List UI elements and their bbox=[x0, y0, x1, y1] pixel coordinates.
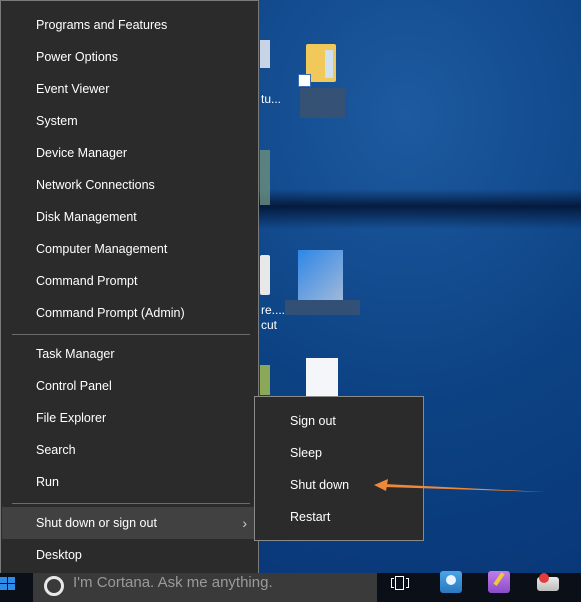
menu-item-task-manager[interactable]: Task Manager bbox=[2, 338, 257, 370]
winx-quick-link-menu: Programs and Features Power Options Even… bbox=[0, 0, 259, 578]
menu-item-file-explorer[interactable]: File Explorer bbox=[2, 402, 257, 434]
cortana-placeholder: I'm Cortana. Ask me anything. bbox=[73, 574, 273, 591]
desktop-label-fragment: cut bbox=[261, 318, 278, 332]
menu-item-power-options[interactable]: Power Options bbox=[2, 41, 257, 73]
windows-logo-icon bbox=[0, 577, 16, 591]
blurred-label bbox=[285, 300, 360, 315]
menu-item-run[interactable]: Run bbox=[2, 466, 257, 498]
network-app-icon[interactable] bbox=[537, 573, 559, 591]
cortana-search-box[interactable]: I'm Cortana. Ask me anything. bbox=[33, 573, 377, 602]
backup-app-icon[interactable] bbox=[440, 571, 462, 593]
chevron-right-icon: › bbox=[242, 515, 247, 531]
menu-item-command-prompt-admin[interactable]: Command Prompt (Admin) bbox=[2, 297, 257, 329]
taskbar: I'm Cortana. Ask me anything. bbox=[0, 571, 581, 602]
menu-item-shut-down-or-sign-out[interactable]: Shut down or sign out › bbox=[2, 507, 257, 539]
shutdown-submenu: Sign out Sleep Shut down Restart bbox=[254, 396, 424, 541]
menu-item-device-manager[interactable]: Device Manager bbox=[2, 137, 257, 169]
app-desktop-icon[interactable] bbox=[260, 365, 270, 395]
menu-separator bbox=[12, 334, 250, 335]
start-button[interactable] bbox=[0, 573, 32, 602]
submenu-item-shut-down[interactable]: Shut down bbox=[256, 469, 422, 501]
shortcut-arrow-icon bbox=[298, 74, 311, 87]
menu-item-event-viewer[interactable]: Event Viewer bbox=[2, 73, 257, 105]
menu-item-command-prompt[interactable]: Command Prompt bbox=[2, 265, 257, 297]
menu-item-search[interactable]: Search bbox=[2, 434, 257, 466]
menu-item-system[interactable]: System bbox=[2, 105, 257, 137]
submenu-item-sleep[interactable]: Sleep bbox=[256, 437, 422, 469]
menu-item-network-connections[interactable]: Network Connections bbox=[2, 169, 257, 201]
menu-item-disk-management[interactable]: Disk Management bbox=[2, 201, 257, 233]
blurred-label bbox=[300, 88, 345, 118]
task-view-icon[interactable] bbox=[391, 576, 409, 592]
menu-item-computer-management[interactable]: Computer Management bbox=[2, 233, 257, 265]
menu-item-programs-and-features[interactable]: Programs and Features bbox=[2, 9, 257, 41]
submenu-item-sign-out[interactable]: Sign out bbox=[256, 405, 422, 437]
menu-item-control-panel[interactable]: Control Panel bbox=[2, 370, 257, 402]
desktop-label-fragment: tu... bbox=[261, 92, 282, 106]
desktop-label-fragment: re.... bbox=[261, 303, 286, 317]
shortcut-icon[interactable] bbox=[260, 255, 270, 295]
menu-item-label: Shut down or sign out bbox=[36, 516, 157, 530]
blurred-app-icon[interactable] bbox=[298, 250, 343, 300]
blurred-desktop-icon[interactable] bbox=[260, 150, 270, 205]
menu-separator bbox=[12, 503, 250, 504]
cortana-icon bbox=[44, 576, 64, 596]
computer-icon[interactable] bbox=[260, 40, 270, 68]
disk-tool-icon[interactable] bbox=[488, 571, 510, 593]
document-icon[interactable] bbox=[306, 358, 338, 398]
submenu-item-restart[interactable]: Restart bbox=[256, 501, 422, 533]
menu-item-desktop[interactable]: Desktop bbox=[2, 539, 257, 571]
